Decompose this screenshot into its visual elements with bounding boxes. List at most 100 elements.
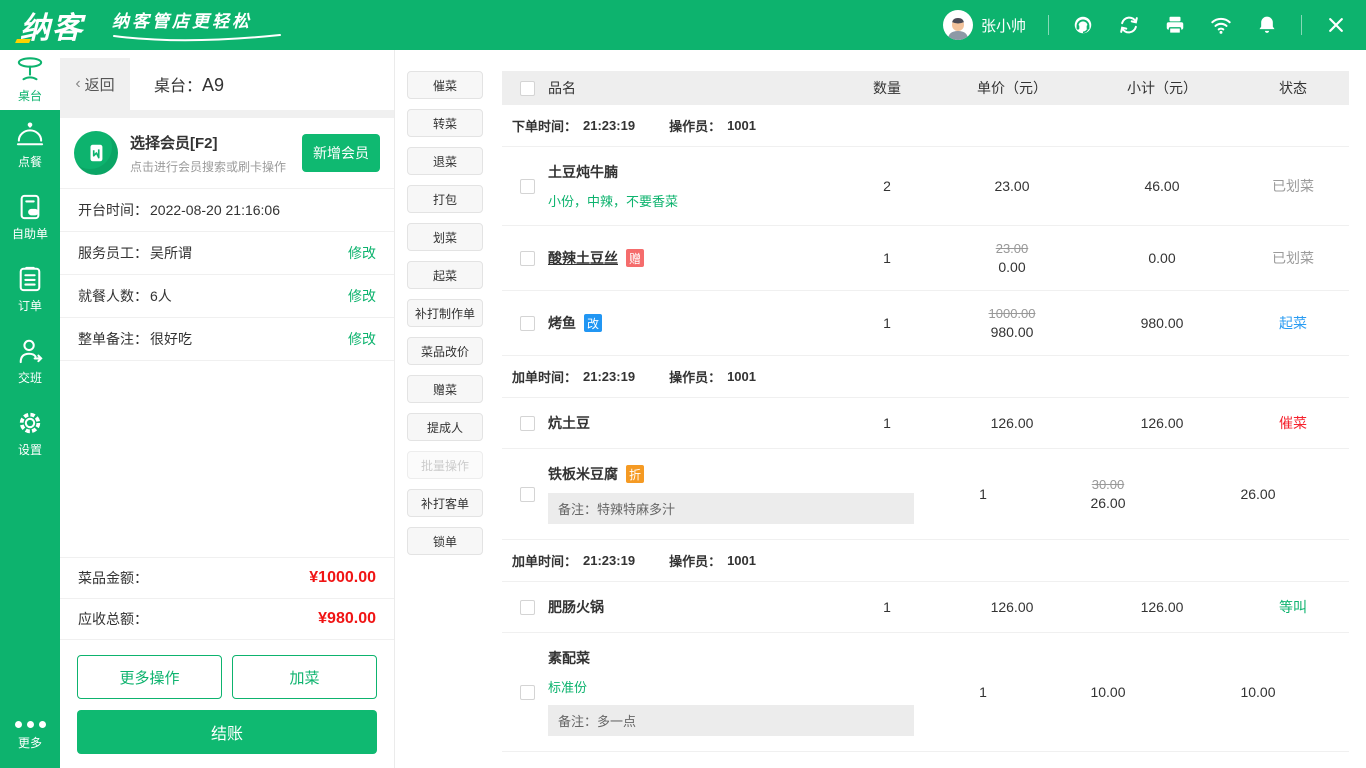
- sidebar-item-self-service[interactable]: 自助单: [0, 182, 60, 254]
- dish-checkbox[interactable]: [520, 251, 535, 266]
- member-select-area[interactable]: 选择会员[F2] 点击进行会员搜索或刷卡操作 新增会员: [60, 118, 394, 188]
- dish-price: 126.00: [937, 599, 1087, 615]
- wifi-icon[interactable]: [1209, 13, 1233, 37]
- dish-row[interactable]: 土豆炖牛腩 小份，中辣，不要香菜 2 23.00 46.00 已划菜: [502, 147, 1349, 226]
- action-button[interactable]: 划菜: [407, 223, 483, 251]
- member-title: 选择会员[F2]: [130, 132, 290, 153]
- slogan-underline: [112, 33, 282, 43]
- edit-link[interactable]: 修改: [348, 286, 376, 306]
- order-group: 加单时间：21:23:19 操作员：1001 炕土豆 1 126.00 126.…: [502, 356, 1349, 540]
- totals-section: 菜品金额： ¥1000.00 应收总额： ¥980.00: [60, 557, 394, 640]
- user-account[interactable]: 张小帅: [943, 10, 1026, 40]
- member-subtitle: 点击进行会员搜索或刷卡操作: [130, 158, 290, 175]
- dish-checkbox[interactable]: [520, 179, 535, 194]
- dish-checkbox[interactable]: [520, 600, 535, 615]
- sidebar-item-shift[interactable]: 交班: [0, 326, 60, 398]
- dish-price: 26.00: [1033, 495, 1183, 511]
- dish-row[interactable]: 铁板米豆腐 折 备注：特辣特麻多汁 1 30.00 26.00 26.00 已划…: [502, 449, 1349, 540]
- table-icon: [15, 56, 45, 82]
- dish-name: 烤鱼: [548, 313, 576, 333]
- total-label: 应收总额：: [78, 609, 148, 629]
- back-button[interactable]: ‹ 返回: [60, 58, 130, 110]
- action-button[interactable]: 锁单: [407, 527, 483, 555]
- shift-person-icon: [16, 338, 44, 364]
- sidebar-item-order-food[interactable]: 点餐: [0, 110, 60, 182]
- add-dish-button[interactable]: 加菜: [232, 655, 377, 699]
- dish-checkbox[interactable]: [520, 487, 535, 502]
- dish-subtotal: 126.00: [1087, 415, 1237, 431]
- dish-status: 已划菜: [1237, 176, 1349, 196]
- sidebar-item-orders[interactable]: 订单: [0, 254, 60, 326]
- action-button[interactable]: 补打制作单: [407, 299, 483, 327]
- dish-subtotal: 980.00: [1087, 315, 1237, 331]
- sidebar-item-more[interactable]: 更多: [0, 704, 60, 768]
- dish-original-price: 23.00: [937, 241, 1087, 256]
- select-all-checkbox[interactable]: [520, 81, 535, 96]
- dish-badge: 折: [626, 465, 644, 483]
- dish-qty: 1: [933, 486, 1033, 502]
- info-row: 开台时间： 2022-08-20 21:16:06: [60, 189, 394, 232]
- app-logo: 纳客: [14, 3, 90, 47]
- dish-qty: 1: [933, 684, 1033, 700]
- customer-service-icon[interactable]: [1071, 13, 1095, 37]
- info-row: 就餐人数： 6人 修改: [60, 275, 394, 318]
- dish-subtotal: 26.00: [1183, 486, 1333, 502]
- dish-name: 土豆炖牛腩: [548, 162, 618, 182]
- printer-icon[interactable]: [1163, 13, 1187, 37]
- dish-badge: 改: [584, 314, 602, 332]
- dish-checkbox[interactable]: [520, 685, 535, 700]
- dish-name: 酸辣土豆丝: [548, 248, 618, 268]
- dish-qty: 1: [837, 415, 937, 431]
- total-value: ¥980.00: [318, 610, 376, 628]
- info-label: 服务员工：: [78, 243, 148, 263]
- dish-subtotal: 0.00: [1087, 250, 1237, 266]
- dish-status: 已划菜: [1333, 484, 1366, 504]
- action-button[interactable]: 起菜: [407, 261, 483, 289]
- action-button[interactable]: 提成人: [407, 413, 483, 441]
- action-button[interactable]: 菜品改价: [407, 337, 483, 365]
- topbar: 纳客 纳客管店更轻松 张小帅: [0, 0, 1366, 50]
- sync-icon[interactable]: [1117, 13, 1141, 37]
- order-group-header: 加单时间：21:23:19 操作员：1001: [502, 356, 1349, 398]
- info-value: 很好吃: [150, 329, 192, 349]
- dish-checkbox[interactable]: [520, 416, 535, 431]
- dish-row[interactable]: 烤鱼 改 1 1000.00 980.00 980.00 起菜: [502, 291, 1349, 356]
- order-group-header: 下单时间：21:23:19 操作员：1001: [502, 105, 1349, 147]
- dish-note: 备注：特辣特麻多汁: [548, 493, 914, 524]
- action-button[interactable]: 赠菜: [407, 375, 483, 403]
- dish-row[interactable]: 肥肠火锅 1 126.00 126.00 等叫: [502, 582, 1349, 633]
- sidebar-item-tables[interactable]: 桌台: [0, 50, 60, 110]
- action-button[interactable]: 转菜: [407, 109, 483, 137]
- bell-icon[interactable]: [1255, 13, 1279, 37]
- dish-row[interactable]: 素配菜 标准份 备注：多一点 1 10.00 10.00 已划菜: [502, 633, 1349, 752]
- sidebar-item-settings[interactable]: 设置: [0, 398, 60, 470]
- edit-link[interactable]: 修改: [348, 243, 376, 263]
- add-member-button[interactable]: 新增会员: [302, 134, 380, 172]
- action-button[interactable]: 打包: [407, 185, 483, 213]
- more-actions-button[interactable]: 更多操作: [77, 655, 222, 699]
- table-title: 桌台：A9: [154, 72, 224, 96]
- header-name: 品名: [548, 78, 837, 98]
- dish-row[interactable]: 酸辣土豆丝 赠 1 23.00 0.00 0.00 已划菜: [502, 226, 1349, 291]
- action-button[interactable]: 催菜: [407, 71, 483, 99]
- close-icon[interactable]: [1324, 13, 1348, 37]
- header-price: 单价（元）: [937, 78, 1087, 98]
- header-qty: 数量: [837, 78, 937, 98]
- order-info-list: 开台时间： 2022-08-20 21:16:06 服务员工： 吴所谓 修改 就…: [60, 188, 394, 361]
- dish-row[interactable]: 炕土豆 1 126.00 126.00 催菜: [502, 398, 1349, 449]
- edit-link[interactable]: 修改: [348, 329, 376, 349]
- clipboard-icon: [16, 266, 44, 292]
- dish-subtotal: 10.00: [1183, 684, 1333, 700]
- header-subtotal: 小计（元）: [1087, 78, 1237, 98]
- info-value: 2022-08-20 21:16:06: [150, 202, 280, 218]
- app-slogan: 纳客管店更轻松: [112, 7, 282, 43]
- dish-name: 肥肠火锅: [548, 597, 604, 617]
- checkout-button[interactable]: 结账: [77, 710, 377, 754]
- dish-checkbox[interactable]: [520, 316, 535, 331]
- action-button[interactable]: 补打客单: [407, 489, 483, 517]
- action-button[interactable]: 退菜: [407, 147, 483, 175]
- dish-original-price: 1000.00: [937, 306, 1087, 321]
- panel-divider: [60, 110, 394, 118]
- dish-spec: 小份，中辣，不要香菜: [548, 191, 837, 210]
- dish-qty: 1: [837, 599, 937, 615]
